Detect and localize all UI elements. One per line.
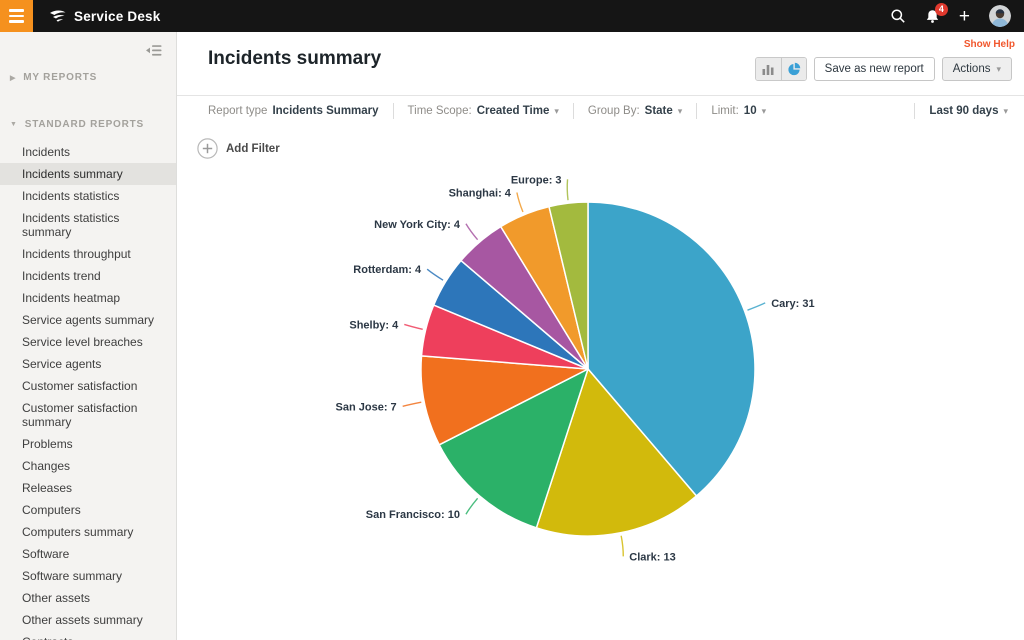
- filter-bar: Report type Incidents Summary Time Scope…: [177, 95, 1024, 126]
- app-name: Service Desk: [74, 8, 161, 24]
- pie-label-shelby: Shelby: 4: [349, 319, 399, 331]
- save-as-new-report-button[interactable]: Save as new report: [813, 57, 935, 81]
- chevron-down-icon: ▾: [996, 63, 1001, 74]
- pie-label-san-jose: San Jose: 7: [336, 401, 397, 413]
- pie-leader-line: [747, 302, 766, 311]
- pie-label-new-york-city: New York City: 4: [374, 219, 461, 231]
- actions-button[interactable]: Actions ▾: [941, 57, 1012, 81]
- sidebar-item-other-assets-summary[interactable]: Other assets summary: [0, 609, 176, 631]
- sidebar-item-incidents-throughput[interactable]: Incidents throughput: [0, 243, 176, 265]
- group-by-dropdown[interactable]: Group By: State ▾: [588, 105, 682, 117]
- pie-leader-line: [426, 268, 444, 281]
- pie-leader-line: [516, 192, 524, 213]
- section-label: STANDARD REPORTS: [24, 119, 145, 130]
- sidebar-item-releases[interactable]: Releases: [0, 477, 176, 499]
- reports-sidebar: ▶ MY REPORTS ▼ STANDARD REPORTS Incident…: [0, 32, 177, 640]
- sidebar-item-incidents[interactable]: Incidents: [0, 141, 176, 163]
- sidebar-section-my-reports[interactable]: ▶ MY REPORTS: [0, 72, 176, 83]
- notification-badge: 4: [934, 2, 948, 16]
- section-collapsed-icon: ▶: [10, 74, 17, 82]
- pie-label-europe: Europe: 3: [511, 174, 562, 186]
- sidebar-item-other-assets[interactable]: Other assets: [0, 587, 176, 609]
- sidebar-item-service-agents-summary[interactable]: Service agents summary: [0, 309, 176, 331]
- time-scope-dropdown[interactable]: Time Scope: Created Time ▾: [408, 105, 559, 117]
- service-desk-logo[interactable]: Service Desk: [49, 9, 160, 24]
- chevron-down-icon: ▾: [677, 105, 683, 116]
- chevron-down-icon: ▾: [554, 105, 559, 116]
- sidebar-item-customer-satisfaction-summary[interactable]: Customer satisfaction summary: [0, 397, 176, 433]
- pie-leader-line: [402, 401, 422, 407]
- sidebar-item-incidents-statistics-summary[interactable]: Incidents statistics summary: [0, 207, 176, 243]
- sidebar-item-incidents-summary[interactable]: Incidents summary: [0, 163, 176, 185]
- pie-chart-icon[interactable]: [780, 58, 806, 80]
- chart-type-toggle: [754, 57, 807, 81]
- pie-leader-line: [620, 535, 624, 557]
- bar-chart-icon[interactable]: [755, 58, 781, 80]
- sidebar-item-software-summary[interactable]: Software summary: [0, 565, 176, 587]
- sidebar-item-incidents-heatmap[interactable]: Incidents heatmap: [0, 287, 176, 309]
- pie-leader-line: [465, 497, 479, 515]
- divider: [696, 103, 698, 119]
- sidebar-item-incidents-statistics[interactable]: Incidents statistics: [0, 185, 176, 207]
- divider: [914, 103, 916, 119]
- pie-leader-line: [404, 323, 423, 330]
- notifications-bell-icon[interactable]: 4: [925, 2, 948, 24]
- chevron-down-icon: ▾: [761, 105, 767, 116]
- divider: [572, 103, 574, 119]
- collapse-sidebar-icon[interactable]: [145, 44, 162, 62]
- pie-label-rotterdam: Rotterdam: 4: [353, 264, 422, 276]
- hamburger-menu-button[interactable]: [0, 0, 33, 32]
- sidebar-item-service-agents[interactable]: Service agents: [0, 353, 176, 375]
- sidebar-item-problems[interactable]: Problems: [0, 433, 176, 455]
- sidebar-item-service-level-breaches[interactable]: Service level breaches: [0, 331, 176, 353]
- sidebar-section-standard-reports[interactable]: ▼ STANDARD REPORTS: [0, 119, 176, 130]
- pie-label-clark: Clark: 13: [629, 551, 675, 563]
- pie-label-san-francisco: San Francisco: 10: [366, 509, 460, 521]
- sidebar-item-software[interactable]: Software: [0, 543, 176, 565]
- pie-label-cary: Cary: 31: [771, 298, 814, 310]
- hamburger-icon: [9, 9, 24, 12]
- sidebar-item-incidents-trend[interactable]: Incidents trend: [0, 265, 176, 287]
- user-avatar[interactable]: [989, 5, 1011, 27]
- add-filter-button[interactable]: Add Filter: [197, 138, 280, 159]
- show-help-link[interactable]: Show Help: [964, 39, 1015, 50]
- date-range-dropdown[interactable]: Last 90 days ▾: [929, 105, 1008, 117]
- page-title: Incidents summary: [208, 48, 382, 69]
- pie-leader-line: [465, 223, 479, 241]
- sidebar-item-changes[interactable]: Changes: [0, 455, 176, 477]
- search-icon[interactable]: [890, 8, 906, 24]
- sidebar-item-computers[interactable]: Computers: [0, 499, 176, 521]
- top-bar: Service Desk 4 +: [0, 0, 1024, 32]
- report-type-field: Report type Incidents Summary: [208, 105, 379, 117]
- plus-circle-icon: [197, 138, 218, 159]
- sidebar-items: Incidents Incidents summary Incidents stat…: [0, 141, 176, 640]
- chevron-down-icon: ▾: [1003, 105, 1008, 116]
- add-new-icon[interactable]: +: [959, 7, 970, 26]
- report-toolbar: Save as new report Actions ▾: [754, 57, 1012, 81]
- pie-chart-svg: Cary: 31 Clark: 13 San Francisco: 10 San Jo…: [336, 174, 815, 563]
- limit-dropdown[interactable]: Limit: 10 ▾: [711, 105, 766, 117]
- section-expanded-icon: ▼: [10, 121, 18, 128]
- solarwinds-swirl-icon: [50, 10, 66, 22]
- sidebar-item-computers-summary[interactable]: Computers summary: [0, 521, 176, 543]
- main-content: Show Help Incidents summary Save as new …: [177, 32, 1024, 640]
- sidebar-item-contracts[interactable]: Contracts: [0, 631, 176, 640]
- section-label: MY REPORTS: [23, 72, 98, 83]
- divider: [392, 103, 394, 119]
- pie-leader-line: [566, 179, 569, 201]
- sidebar-item-customer-satisfaction[interactable]: Customer satisfaction: [0, 375, 176, 397]
- pie-label-shanghai: Shanghai: 4: [449, 188, 512, 200]
